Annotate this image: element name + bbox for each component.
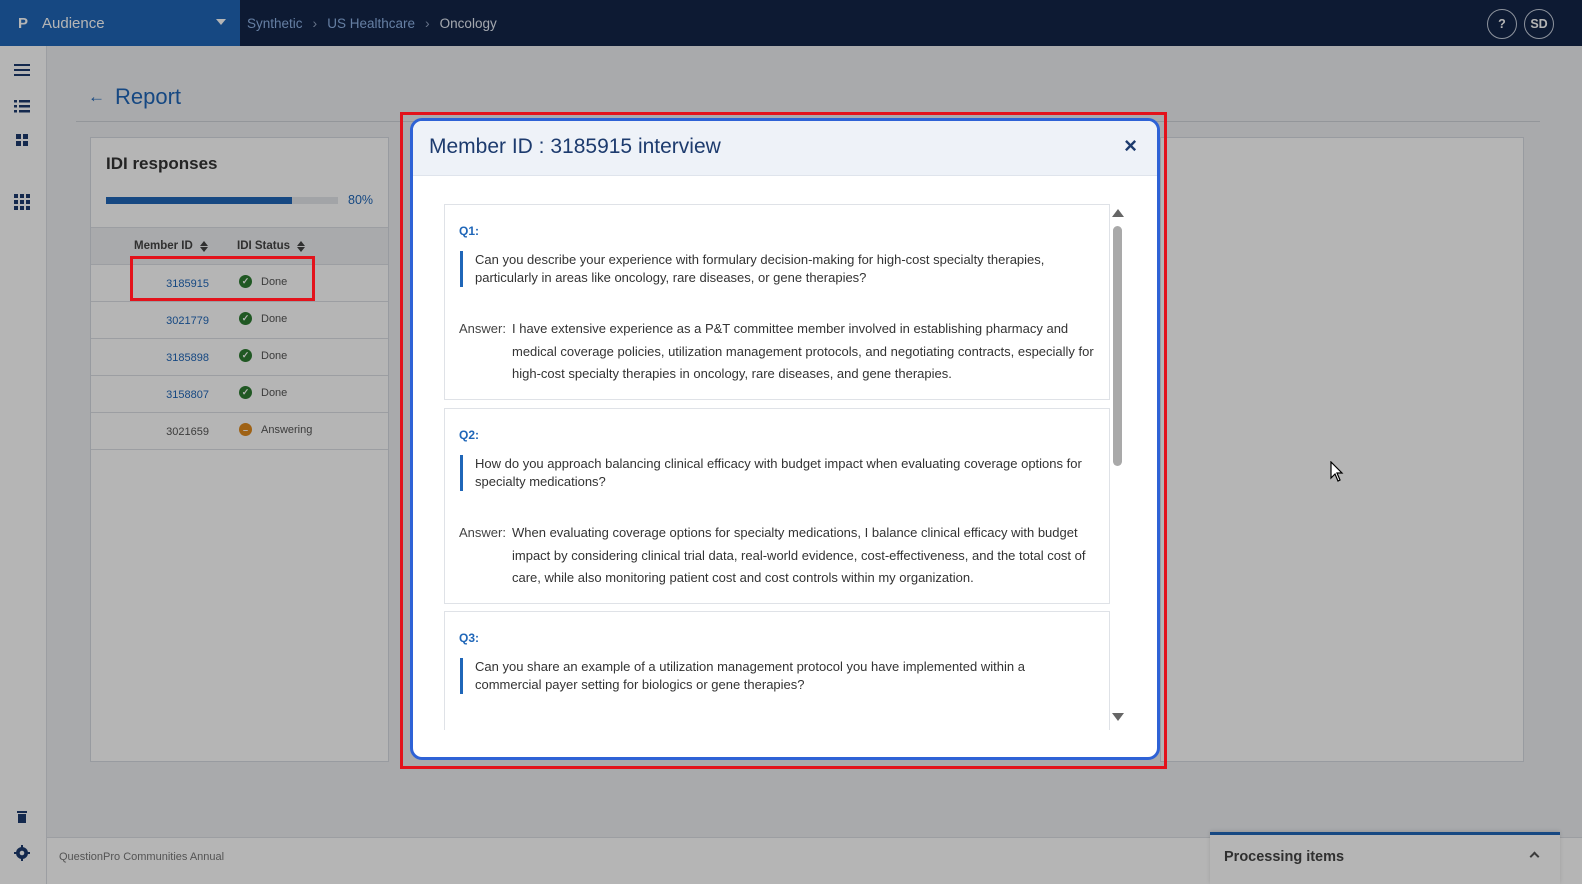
scrollbar-thumb[interactable]	[1113, 226, 1122, 466]
question-text: Can you share an example of a utilizatio…	[460, 658, 1090, 694]
answer-text: When evaluating coverage options for spe…	[512, 525, 1086, 585]
question-text: How do you approach balancing clinical e…	[460, 455, 1090, 491]
qa-card: Q1: Can you describe your experience wit…	[444, 204, 1110, 400]
answer-text: I have extensive experience as a P&T com…	[512, 321, 1094, 381]
scroll-up-arrow-icon[interactable]	[1112, 209, 1124, 217]
qa-card: Q3: Can you share an example of a utiliz…	[444, 611, 1110, 730]
modal-title: Member ID : 3185915 interview	[429, 135, 721, 158]
question-label: Q2:	[459, 428, 480, 442]
interview-modal: Member ID : 3185915 interview × Q1: Can …	[410, 118, 1160, 760]
scroll-down-arrow-icon[interactable]	[1112, 713, 1124, 721]
close-icon[interactable]: ×	[1124, 135, 1137, 157]
question-label: Q3:	[459, 631, 480, 645]
mouse-cursor-icon	[1330, 461, 1344, 482]
answer-label: Answer:	[459, 321, 506, 336]
question-text: Can you describe your experience with fo…	[460, 251, 1090, 287]
highlight-box	[130, 256, 315, 301]
answer-label: Answer:	[459, 525, 506, 540]
qa-card: Q2: How do you approach balancing clinic…	[444, 408, 1110, 604]
scrollbar[interactable]	[1110, 204, 1124, 730]
qa-list[interactable]: Q1: Can you describe your experience wit…	[444, 204, 1110, 730]
modal-header: Member ID : 3185915 interview ×	[413, 121, 1157, 176]
question-label: Q1:	[459, 224, 480, 238]
